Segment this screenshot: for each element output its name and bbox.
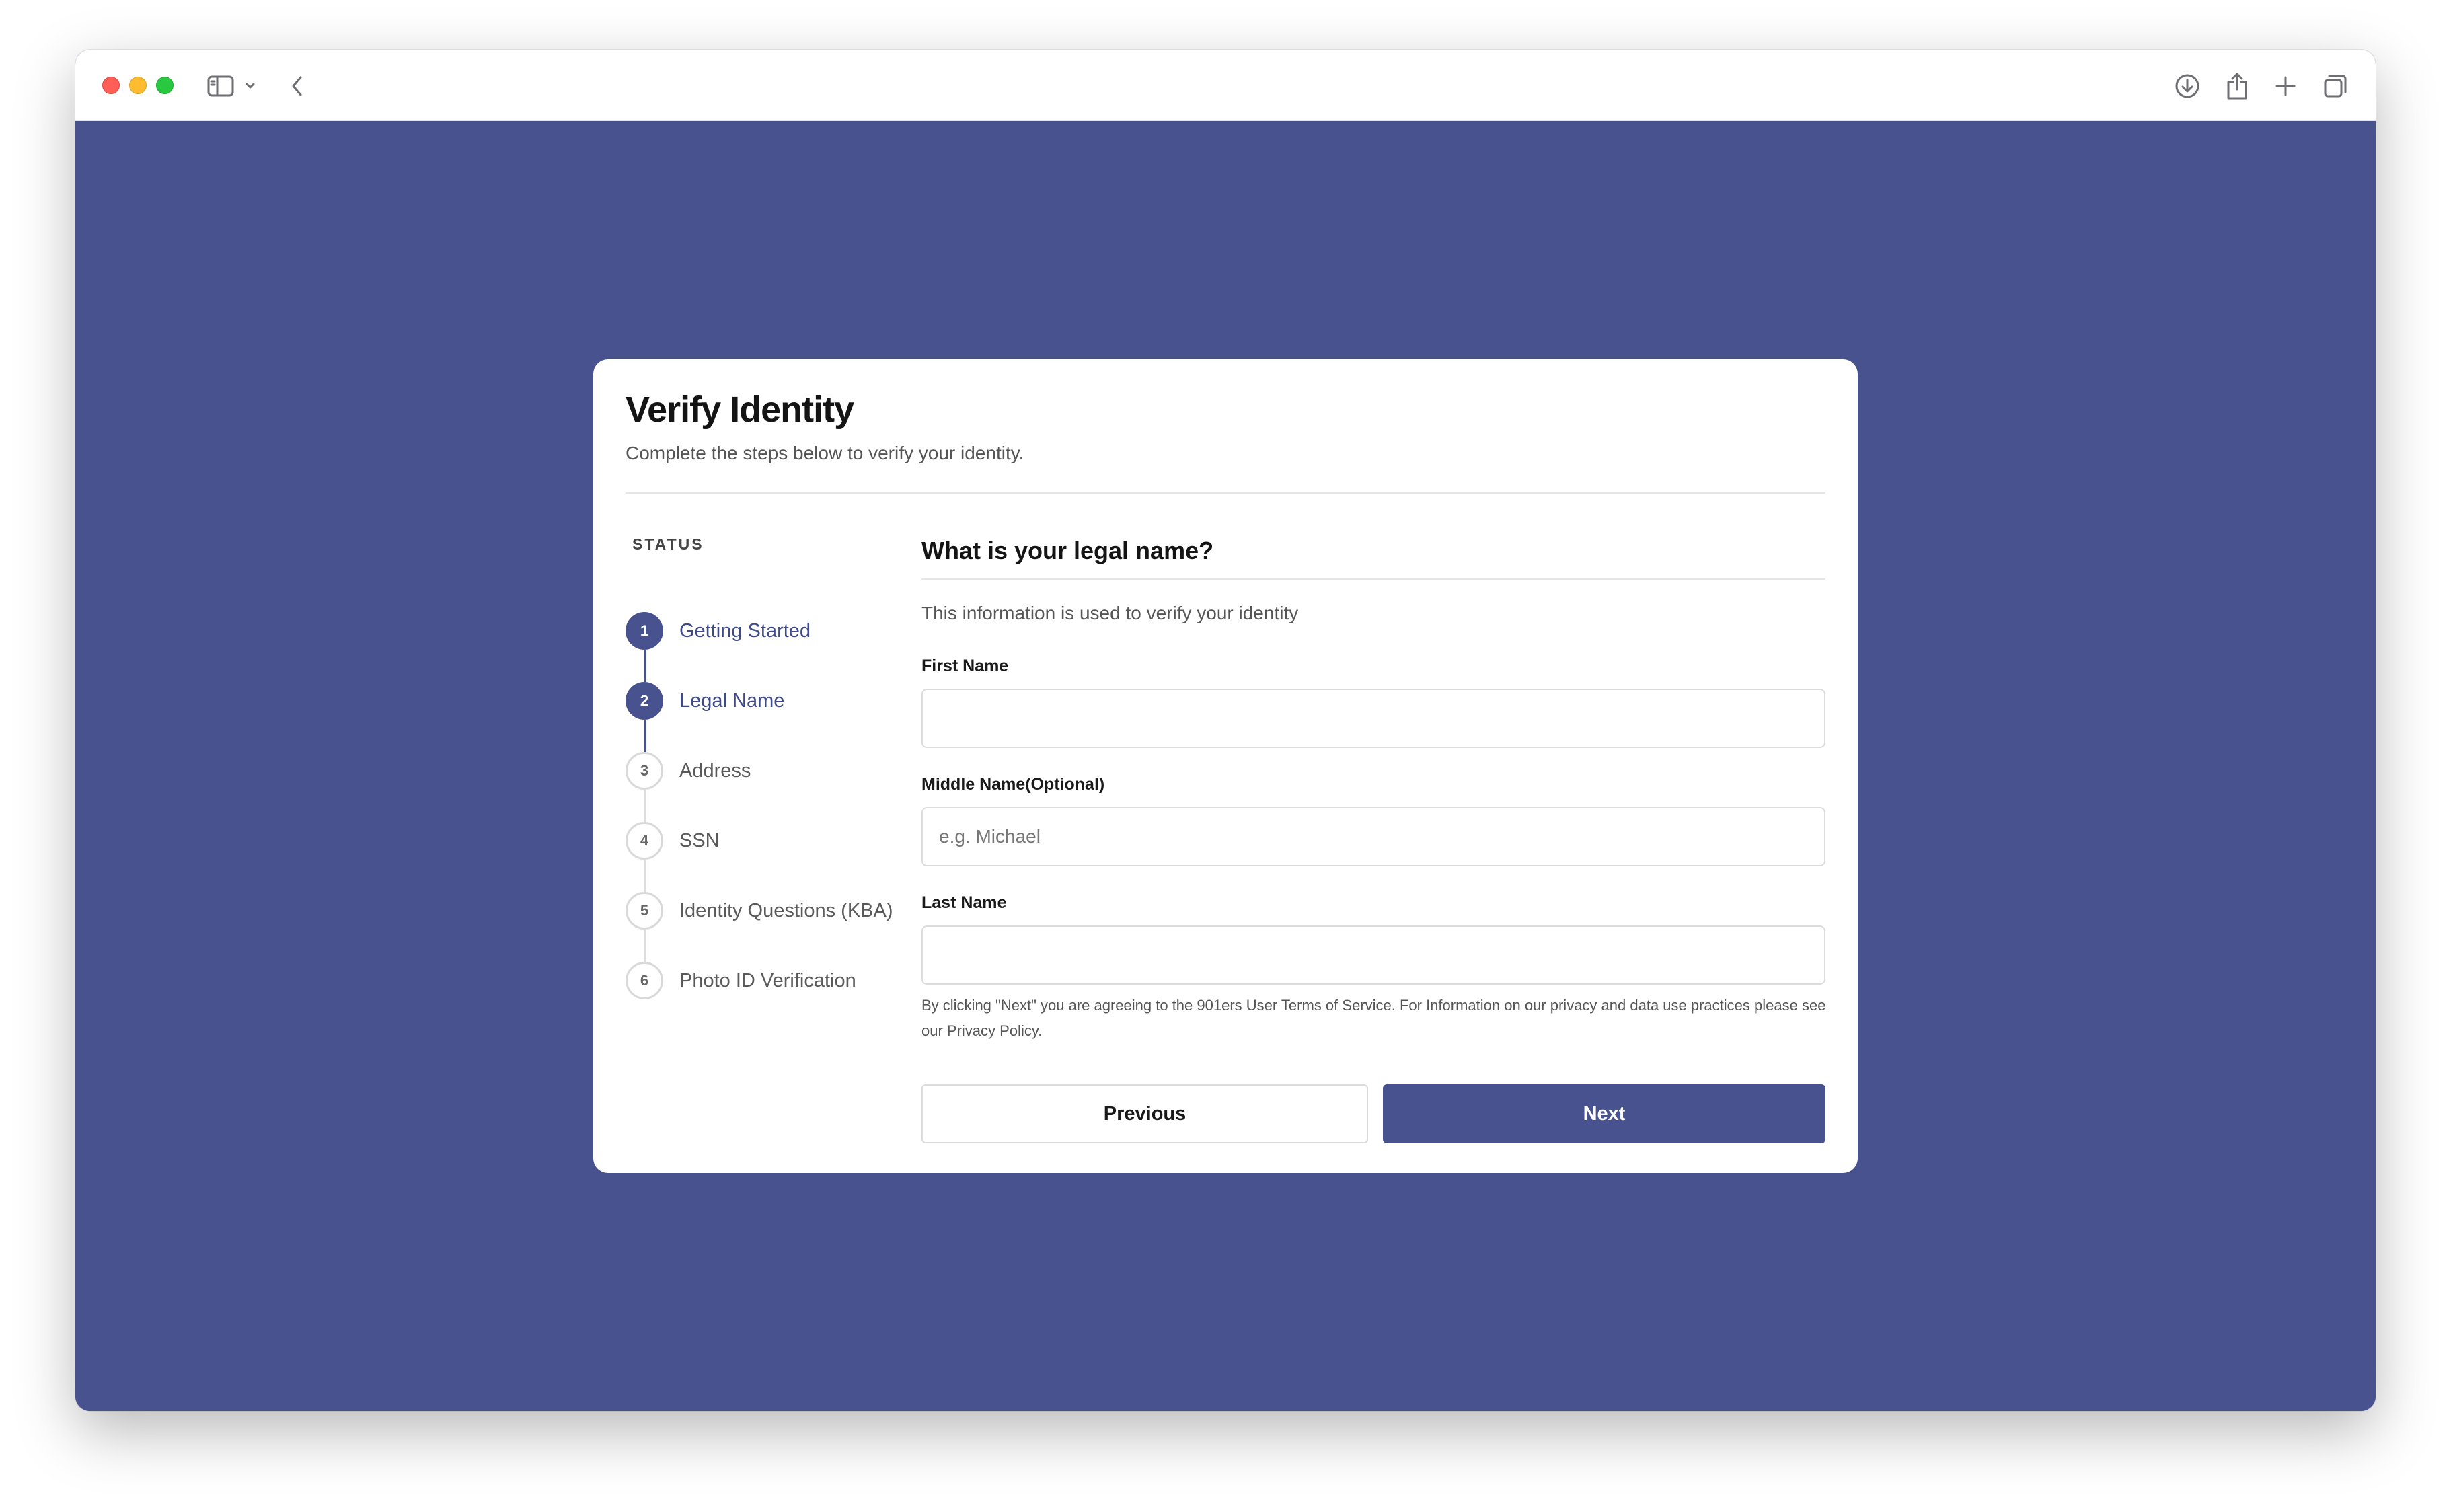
step-connector: [644, 790, 646, 822]
step-label: Identity Questions (KBA): [679, 900, 893, 921]
step-number: 3: [626, 752, 663, 790]
step-legal-name[interactable]: 2 Legal Name: [626, 682, 921, 720]
step-connector: [644, 720, 646, 752]
step-connector: [644, 930, 646, 962]
step-label: Getting Started: [679, 620, 811, 642]
step-getting-started[interactable]: 1 Getting Started: [626, 612, 921, 650]
page-content: Verify Identity Complete the steps below…: [75, 121, 2376, 1411]
step-number: 6: [626, 962, 663, 999]
first-name-input[interactable]: [921, 689, 1825, 748]
step-number: 2: [626, 682, 663, 720]
middle-name-label: Middle Name(Optional): [921, 775, 1105, 794]
status-heading: STATUS: [632, 535, 704, 553]
step-label: Address: [679, 760, 751, 782]
step-number: 1: [626, 612, 663, 650]
step-label: SSN: [679, 830, 720, 852]
step-label: Photo ID Verification: [679, 970, 856, 991]
step-ssn[interactable]: 4 SSN: [626, 822, 921, 860]
step-number: 4: [626, 822, 663, 860]
close-window-button[interactable]: [102, 77, 120, 94]
step-photo-id[interactable]: 6 Photo ID Verification: [626, 962, 921, 999]
terms-text: By clicking "Next" you are agreeing to t…: [921, 997, 1826, 1039]
download-icon[interactable]: [2171, 70, 2203, 102]
step-connector: [644, 860, 646, 892]
back-chevron-icon[interactable]: [281, 70, 313, 102]
maximize-window-button[interactable]: [156, 77, 174, 94]
header-divider: [626, 492, 1825, 494]
last-name-label: Last Name: [921, 893, 1007, 912]
form-question: What is your legal name?: [921, 537, 1214, 564]
browser-window: Verify Identity Complete the steps below…: [75, 50, 2376, 1411]
previous-button[interactable]: Previous: [921, 1084, 1368, 1143]
step-address[interactable]: 3 Address: [626, 752, 921, 790]
page-title: Verify Identity: [626, 389, 854, 430]
verify-identity-card: Verify Identity Complete the steps below…: [593, 359, 1858, 1173]
plus-icon[interactable]: [2269, 70, 2302, 102]
page-subtitle: Complete the steps below to verify your …: [626, 443, 1024, 463]
step-connector: [644, 650, 646, 682]
step-number: 5: [626, 892, 663, 930]
last-name-input[interactable]: [921, 925, 1825, 985]
form-info-text: This information is used to verify your …: [921, 603, 1299, 623]
step-label: Legal Name: [679, 690, 785, 712]
step-identity-questions[interactable]: 5 Identity Questions (KBA): [626, 892, 921, 930]
chevron-down-icon[interactable]: [241, 70, 260, 102]
minimize-window-button[interactable]: [129, 77, 147, 94]
tabs-icon[interactable]: [2319, 70, 2351, 102]
middle-name-input[interactable]: [921, 807, 1825, 866]
first-name-label: First Name: [921, 656, 1009, 675]
next-button[interactable]: Next: [1383, 1084, 1825, 1143]
share-icon[interactable]: [2221, 70, 2253, 102]
browser-toolbar: [75, 50, 2376, 121]
question-divider: [921, 578, 1825, 580]
sidebar-icon[interactable]: [204, 70, 237, 102]
